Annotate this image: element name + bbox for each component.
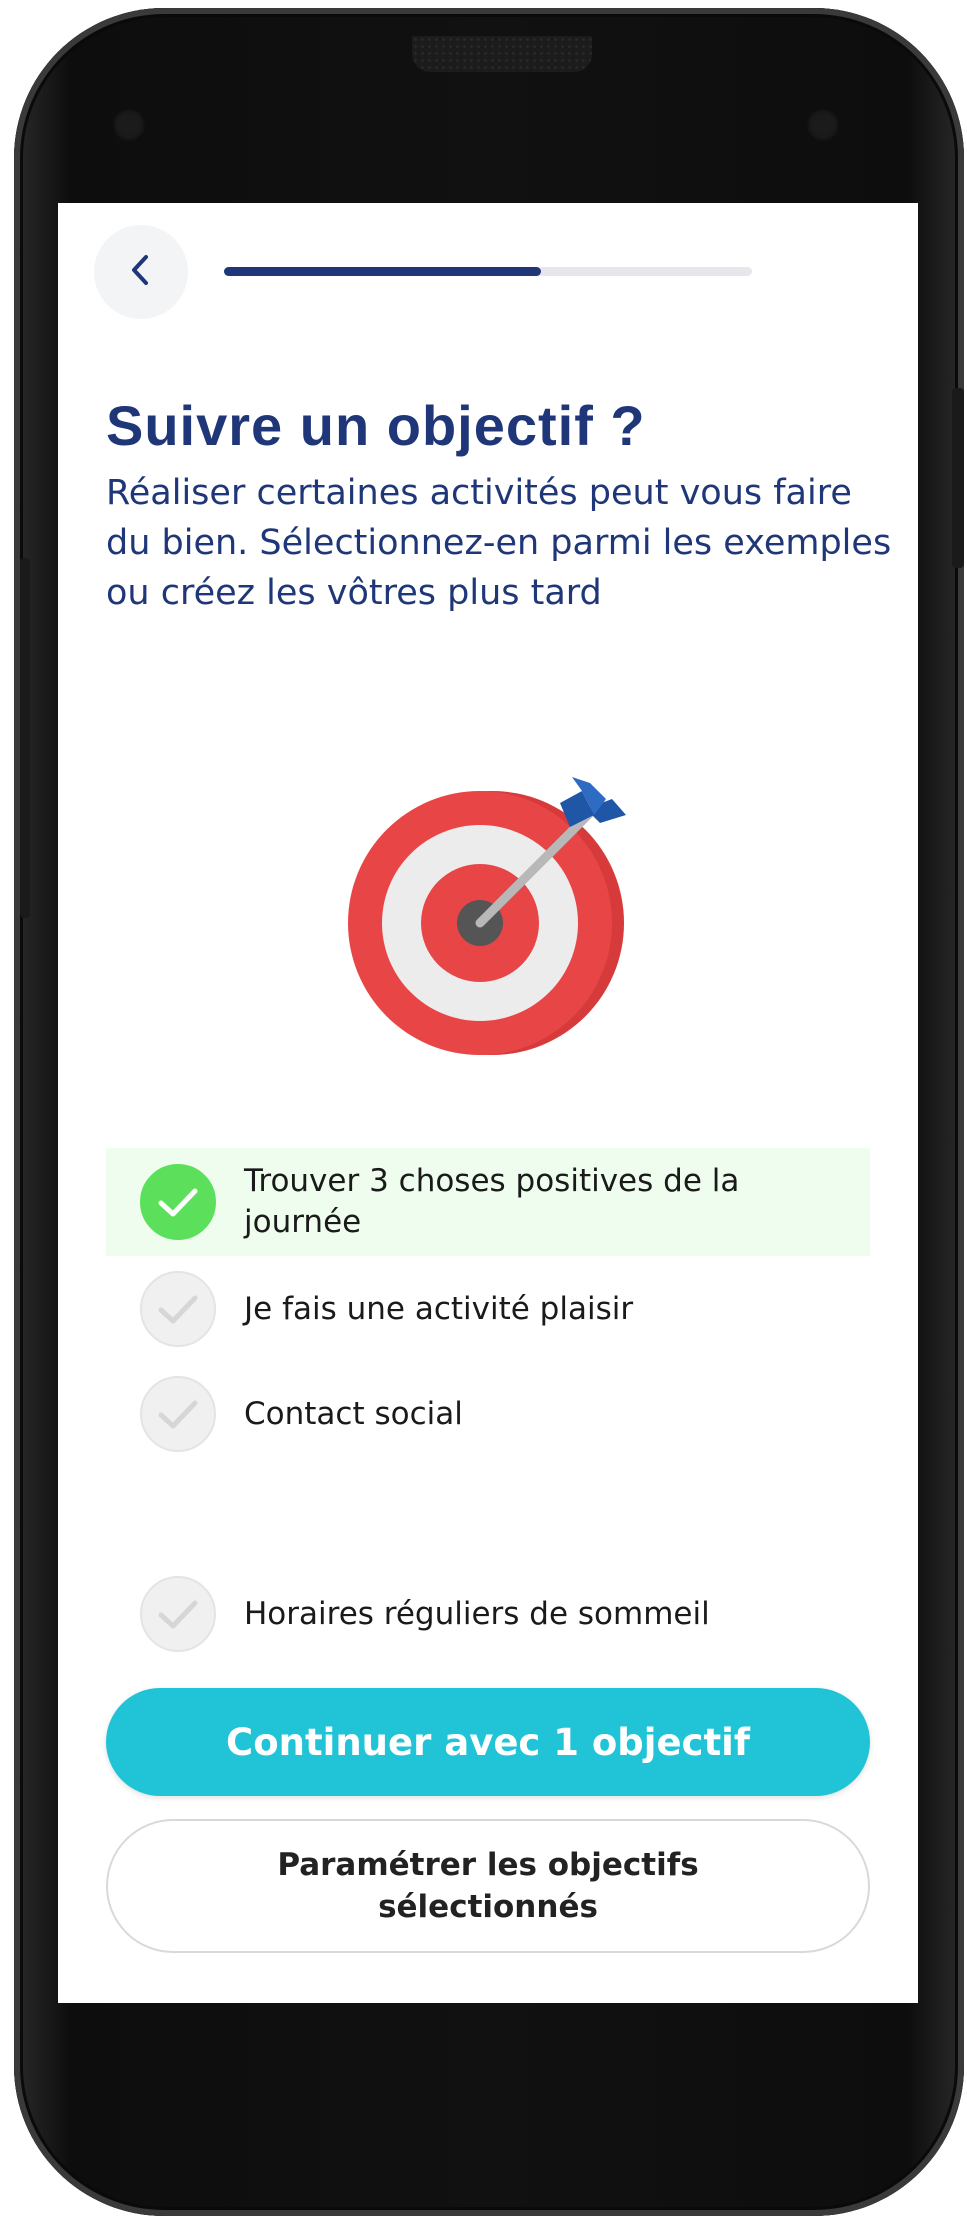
continue-button[interactable]: Continuer avec 1 objectif <box>106 1688 870 1796</box>
goal-label: Trouver 3 choses positives de la journée <box>244 1163 740 1240</box>
goal-label: Je fais une activité plaisir <box>244 1290 634 1327</box>
goal-item[interactable]: Je fais une activité plaisir <box>106 1255 870 1363</box>
phone-side-button <box>20 558 30 918</box>
goal-label: Contact social <box>244 1395 463 1432</box>
target-dart-icon <box>338 763 638 1063</box>
goal-item[interactable]: Contact social <box>106 1360 870 1468</box>
app-screen: Suivre un objectif ? Réaliser certaines … <box>58 203 918 2003</box>
goal-item[interactable]: Trouver 3 choses positives de la journée <box>106 1148 870 1256</box>
page-subtitle: Réaliser certaines activités peut vous f… <box>106 473 892 613</box>
back-button[interactable] <box>94 225 188 319</box>
progress-bar-fill <box>224 267 541 276</box>
checkmark-icon <box>140 1271 216 1347</box>
goal-label: Horaires réguliers de sommeil <box>244 1595 710 1632</box>
progress-bar <box>224 267 752 276</box>
phone-power-button <box>952 388 964 568</box>
phone-camera <box>806 108 840 142</box>
phone-speaker <box>412 36 592 72</box>
checkmark-icon <box>140 1576 216 1652</box>
configure-goals-button[interactable]: Paramétrer les objectifs sélectionnés <box>106 1819 870 1953</box>
chevron-left-icon <box>126 252 156 292</box>
checkmark-icon <box>140 1376 216 1452</box>
checkmark-icon <box>140 1164 216 1240</box>
goal-item[interactable]: Horaires réguliers de sommeil <box>106 1560 870 1668</box>
page-title: Suivre un objectif ? <box>106 394 646 457</box>
phone-sensor <box>112 108 146 142</box>
